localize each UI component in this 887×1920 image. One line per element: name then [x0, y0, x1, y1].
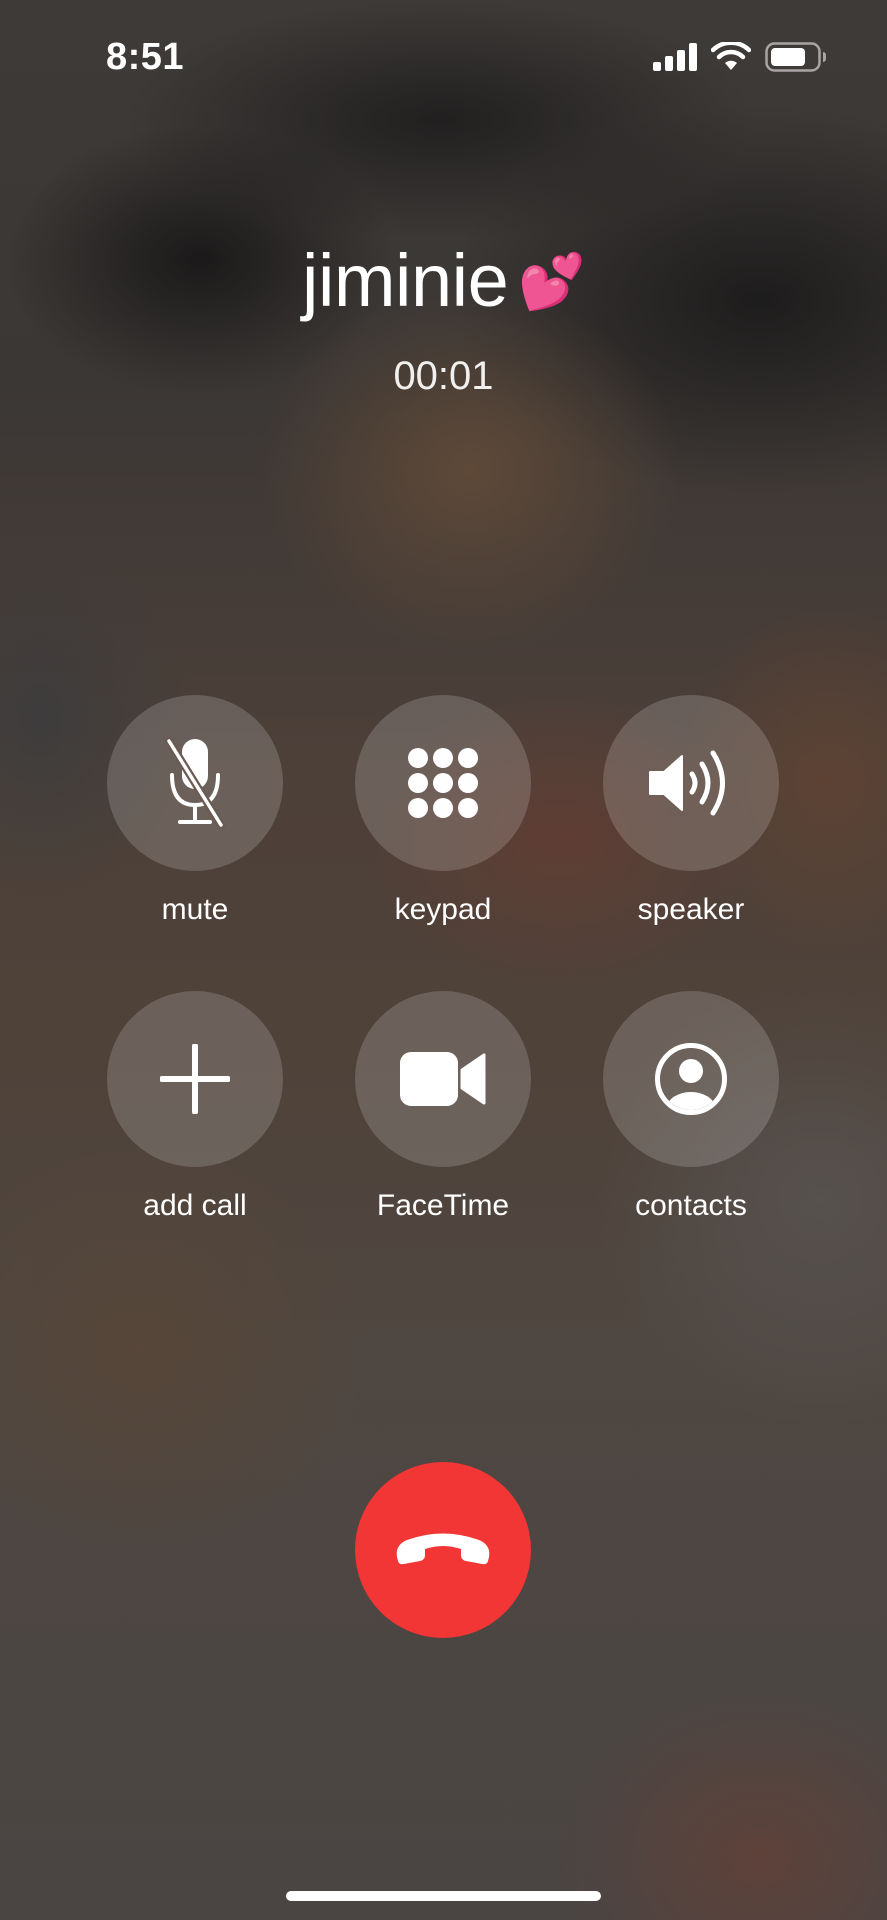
add-call-circle[interactable] — [107, 991, 283, 1167]
end-call-button[interactable] — [355, 1462, 531, 1638]
mute-label: mute — [161, 893, 229, 926]
speaker-icon — [649, 750, 725, 816]
plus-icon — [160, 1044, 230, 1114]
status-icons — [653, 42, 827, 72]
caller-name: jiminie — [302, 239, 509, 322]
add-call-label: add call — [143, 1189, 247, 1222]
status-time: 8:51 — [106, 36, 185, 78]
phone-hangup-icon — [396, 1533, 490, 1565]
mute-button[interactable]: mute — [107, 695, 283, 927]
keypad-label: keypad — [394, 893, 492, 926]
home-indicator[interactable] — [286, 1891, 601, 1901]
caller-emoji: 💕 — [518, 252, 585, 312]
speaker-label: speaker — [637, 893, 745, 926]
facetime-button[interactable]: FaceTime — [355, 991, 531, 1223]
contacts-circle[interactable] — [603, 991, 779, 1167]
mic-slash-icon — [165, 737, 225, 829]
caller-name-row: jiminie 💕 — [0, 238, 887, 323]
wifi-icon — [711, 42, 751, 70]
cellular-signal-icon — [653, 43, 697, 71]
facetime-label: FaceTime — [376, 1189, 510, 1222]
battery-icon — [765, 42, 826, 72]
contacts-button[interactable]: contacts — [603, 991, 779, 1223]
call-duration: 00:01 — [393, 354, 494, 398]
keypad-button[interactable]: keypad — [355, 695, 531, 927]
person-circle-icon — [655, 1043, 727, 1115]
video-camera-icon — [400, 1052, 486, 1106]
facetime-circle[interactable] — [355, 991, 531, 1167]
contacts-label: contacts — [635, 1189, 747, 1222]
keypad-icon — [408, 748, 478, 818]
mute-circle[interactable] — [107, 695, 283, 871]
speaker-button[interactable]: speaker — [603, 695, 779, 927]
add-call-button[interactable]: add call — [107, 991, 283, 1223]
speaker-circle[interactable] — [603, 695, 779, 871]
keypad-circle[interactable] — [355, 695, 531, 871]
